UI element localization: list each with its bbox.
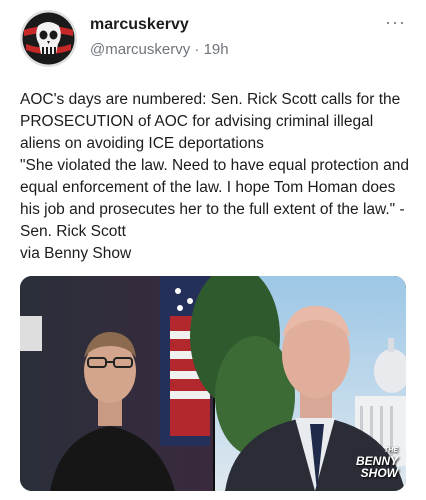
more-options-icon[interactable]: ···: [385, 12, 406, 33]
post-header: marcuskervy @marcuskervy · 19h ···: [20, 10, 410, 70]
author-handle[interactable]: @marcuskervy: [90, 41, 190, 58]
benny-show-watermark: THE BENNY SHOW: [356, 447, 398, 479]
post-text: AOC's days are numbered: Sen. Rick Scott…: [20, 91, 409, 262]
handle-row: @marcuskervy · 19h: [90, 41, 229, 58]
author-name[interactable]: marcuskervy: [90, 16, 189, 34]
separator: ·: [194, 41, 200, 58]
split-screen-interview-image: [20, 276, 406, 491]
post-media-image[interactable]: THE BENNY SHOW: [20, 276, 406, 491]
punisher-skull-icon: [20, 10, 77, 67]
avatar[interactable]: [20, 10, 77, 67]
post-time[interactable]: 19h: [204, 41, 229, 58]
watermark-line3: SHOW: [360, 466, 398, 480]
